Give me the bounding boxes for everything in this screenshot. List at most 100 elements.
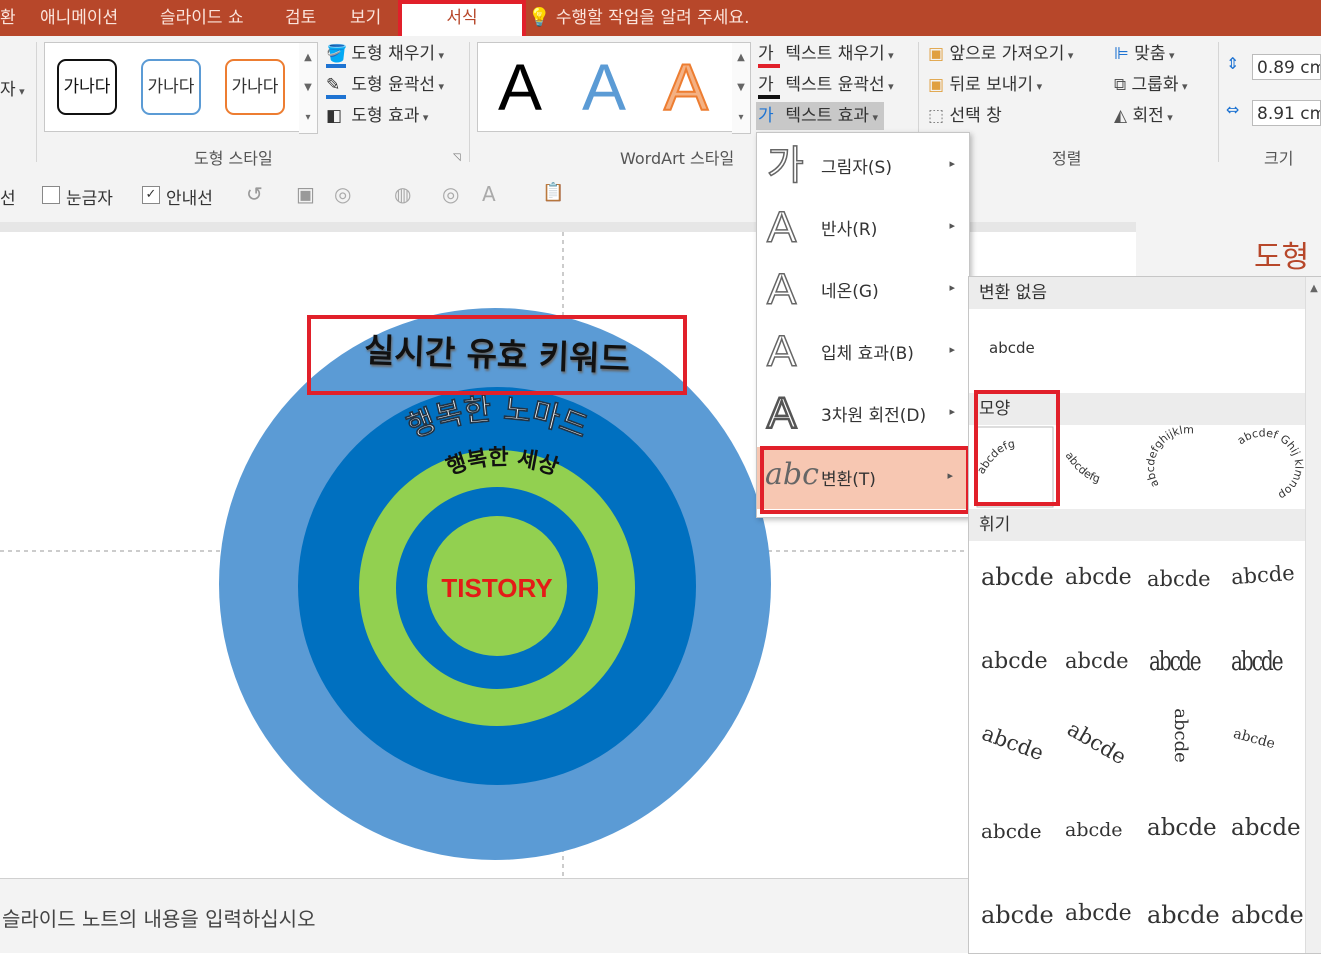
warp-option-3[interactable]: abcde xyxy=(1147,567,1211,591)
scroll-up-icon[interactable]: ▲ xyxy=(1306,283,1321,294)
highlight-shape-section xyxy=(974,390,1060,506)
bring-forward-button[interactable]: ▣ 앞으로 가져오기 ▾ xyxy=(928,40,1073,68)
gallery-scrollbar[interactable]: ▲ xyxy=(1305,277,1321,953)
warp-option-2[interactable]: abcde xyxy=(1065,565,1132,590)
send-backward-icon: ▣ xyxy=(928,75,945,95)
dialog-launcher-icon[interactable]: ◹ xyxy=(453,152,461,163)
menu-label-bevel: 입체 효과(B) xyxy=(821,344,914,364)
section-no-transform: 변환 없음 xyxy=(969,277,1316,309)
menu-item-reflection[interactable]: A 반사(R) ▸ xyxy=(757,197,969,259)
send-backward-button[interactable]: ▣ 뒤로 보내기 ▾ xyxy=(928,71,1042,99)
warp-option-9[interactable]: abcde xyxy=(979,721,1047,765)
warp-option-14[interactable]: abcde xyxy=(1065,819,1123,841)
warp-option-18[interactable]: abcde xyxy=(1065,901,1132,926)
warp-option-4[interactable]: abcde xyxy=(1230,561,1295,589)
shape-outline-label: 도형 윤곽선 xyxy=(351,75,436,95)
separator xyxy=(1218,42,1219,162)
wordart-black[interactable]: A xyxy=(498,51,542,123)
shape-style-orange[interactable]: 가나다 xyxy=(225,59,285,115)
warp-option-19[interactable]: abcde xyxy=(1147,901,1220,929)
text-outline-icon: 가 xyxy=(758,75,780,99)
warp-option-20[interactable]: abcde xyxy=(1231,901,1304,929)
warp-option-11[interactable]: abcde xyxy=(1170,708,1191,763)
warp-option-13[interactable]: abcde xyxy=(981,819,1042,843)
shape-option-arch-down-text: abcdefg xyxy=(1063,449,1102,485)
cut-label: 자 xyxy=(0,80,16,100)
warp-option-8[interactable]: abcde xyxy=(1231,645,1284,676)
tab-animations[interactable]: 애니메이션 xyxy=(40,0,118,36)
menu-item-3d-rotation[interactable]: A 3차원 회전(D) ▸ xyxy=(757,383,969,445)
shape-option-arch-down[interactable]: abcdefg xyxy=(1063,449,1102,485)
center-text[interactable]: TISTORY xyxy=(441,573,552,603)
guides-checkbox[interactable]: ✓ xyxy=(142,186,160,204)
rotate-icon: ◭ xyxy=(1114,106,1128,126)
no-transform-option[interactable]: abcde xyxy=(989,339,1035,357)
align-icon: ⊫ xyxy=(1114,44,1129,64)
view-options-bar: 선 눈금자 ✓ 안내선 ↺ ▣ ◎ ◍ ◎ A 📋 xyxy=(0,170,1321,222)
gallery-scroll[interactable]: ▲ ▼ ▾ xyxy=(299,42,318,134)
clipboard-icon[interactable]: 📋 xyxy=(542,182,564,203)
ribbon-tab-bar: 환 애니메이션 슬라이드 쇼 검토 보기 서식 💡 수행할 작업을 알려 주세요… xyxy=(0,0,1321,36)
warp-option-17[interactable]: abcde xyxy=(981,901,1054,929)
wordart-gallery: A A A xyxy=(477,42,733,132)
align-button[interactable]: ⊫ 맞춤 ▾ xyxy=(1114,40,1175,68)
bring-forward-label: 앞으로 가져오기 xyxy=(949,44,1065,64)
ruler-checkbox[interactable] xyxy=(42,186,60,204)
warp-option-10[interactable]: abcde xyxy=(1063,717,1130,770)
shape-style-black[interactable]: 가나다 xyxy=(57,59,117,115)
warp-option-1[interactable]: abcde xyxy=(981,563,1054,591)
selection-pane-button[interactable]: ⬚ 선택 창 xyxy=(928,102,1002,130)
shape-option-button[interactable]: abcdef Ghij klmnop xyxy=(1235,426,1305,502)
shape-effects-icon: ◧ xyxy=(326,106,343,126)
merge-shapes-icon[interactable]: ◎ xyxy=(334,182,351,206)
shape-combine-icon[interactable]: ◍ xyxy=(394,182,411,206)
menu-item-bevel[interactable]: A 입체 효과(B) ▸ xyxy=(757,321,969,383)
tell-me-text: 수행할 작업을 알려 주세요. xyxy=(555,8,750,28)
height-input[interactable]: 0.89 cm xyxy=(1252,54,1321,80)
menu-label-glow: 네온(G) xyxy=(821,282,879,302)
warp-option-16[interactable]: abcde xyxy=(1231,815,1301,841)
menu-item-glow[interactable]: A 네온(G) ▸ xyxy=(757,259,969,321)
width-input[interactable]: 8.91 cm xyxy=(1252,100,1321,126)
text-outline-button[interactable]: 가 텍스트 윤곽선 ▾ xyxy=(758,71,894,99)
shape-effects-button[interactable]: ◧ 도형 효과 ▾ xyxy=(326,102,428,130)
insert-shape-cut[interactable]: 자 ▾ xyxy=(0,76,25,104)
wordart-orange[interactable]: A xyxy=(663,50,709,124)
tab-transitions[interactable]: 환 xyxy=(0,0,16,36)
rotate-icon[interactable]: ↺ xyxy=(246,182,263,206)
shape-fill-button[interactable]: 🪣 도형 채우기 ▾ xyxy=(326,40,444,68)
tab-review[interactable]: 검토 xyxy=(285,0,316,36)
section-warp: 휘기 xyxy=(969,509,1316,541)
warp-option-15[interactable]: abcde xyxy=(1147,815,1217,841)
warp-option-7[interactable]: abcde xyxy=(1149,645,1202,676)
separator xyxy=(469,42,470,162)
menu-label-shadow: 그림자(S) xyxy=(821,158,892,178)
paint-bucket-icon: 🪣 xyxy=(326,44,347,68)
shape-style-blue[interactable]: 가나다 xyxy=(141,59,201,115)
shape-option-button-text: abcdef Ghij klmnop xyxy=(1235,426,1305,502)
tell-me-box[interactable]: 💡 수행할 작업을 알려 주세요. xyxy=(528,0,749,36)
group-button[interactable]: ⧉ 그룹화 ▾ xyxy=(1114,71,1188,99)
text-icon[interactable]: A xyxy=(482,182,496,206)
menu-item-shadow[interactable]: 가 그림자(S) ▸ xyxy=(757,135,969,197)
text-effects-button[interactable]: 가 텍스트 효과 ▾ xyxy=(756,102,885,130)
notes-placeholder: 슬라이드 노트의 내용을 입력하십시오 xyxy=(2,907,316,931)
wordart-gallery-scroll[interactable]: ▲ ▼ ▾ xyxy=(732,42,751,134)
tab-view[interactable]: 보기 xyxy=(350,0,381,36)
format-pane-title: 도형 xyxy=(1254,240,1310,275)
shape-option-circle[interactable]: abcdefghijklm xyxy=(1144,425,1194,490)
intersect-icon[interactable]: ◎ xyxy=(442,182,459,206)
send-backward-label: 뒤로 보내기 xyxy=(949,75,1034,95)
shape-option-circle-text: abcdefghijklm xyxy=(1144,425,1194,490)
rotate-button[interactable]: ◭ 회전 ▾ xyxy=(1114,102,1173,130)
warp-option-6[interactable]: abcde xyxy=(1065,649,1129,673)
warp-option-12[interactable]: abcde xyxy=(1232,726,1277,752)
wordart-blue[interactable]: A xyxy=(582,51,626,123)
text-fill-button[interactable]: 가 텍스트 채우기 ▾ xyxy=(758,40,894,68)
highlight-transform-item xyxy=(760,446,970,514)
shape-outline-button[interactable]: ✎ 도형 윤곽선 ▾ xyxy=(326,71,444,99)
warp-option-5[interactable]: abcde xyxy=(981,649,1048,674)
slideshow-icon[interactable]: ▣ xyxy=(296,182,315,206)
tab-slideshow[interactable]: 슬라이드 쇼 xyxy=(160,0,244,36)
text-fill-label: 텍스트 채우기 xyxy=(785,44,885,64)
